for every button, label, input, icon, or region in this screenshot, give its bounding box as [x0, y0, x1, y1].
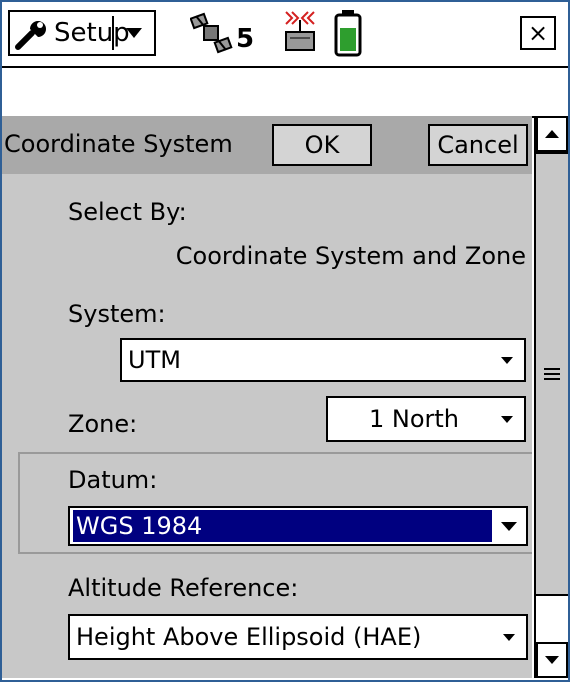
scroll-down-button[interactable]	[536, 642, 568, 678]
system-value: UTM	[128, 346, 181, 374]
altitude-reference-value: Height Above Ellipsoid (HAE)	[76, 623, 422, 651]
system-label: System:	[68, 300, 166, 328]
system-dropdown[interactable]: UTM	[120, 338, 526, 382]
title-bar: Setup 5 ×	[2, 2, 568, 66]
wrench-icon	[15, 21, 46, 50]
altitude-reference-dropdown[interactable]: Height Above Ellipsoid (HAE)	[68, 614, 528, 660]
setup-menu-button[interactable]: Setup	[8, 10, 156, 56]
dialog-header: Coordinate System OK Cancel	[2, 116, 532, 174]
chevron-down-icon	[545, 656, 559, 664]
setup-dropdown-arrow[interactable]	[114, 12, 154, 54]
scroll-up-button[interactable]	[536, 116, 568, 152]
chevron-down-icon	[501, 356, 513, 364]
chevron-down-icon	[503, 633, 515, 641]
chevron-up-icon	[545, 130, 559, 138]
select-by-label: Select By:	[68, 198, 187, 226]
datum-dropdown-arrow[interactable]	[492, 521, 526, 531]
dialog-title: Coordinate System	[4, 130, 233, 158]
datum-dropdown[interactable]: WGS 1984	[68, 506, 528, 546]
vertical-scrollbar[interactable]	[534, 116, 568, 678]
satellite-count: 5	[236, 24, 255, 54]
altitude-reference-label: Altitude Reference:	[68, 574, 299, 602]
ok-button[interactable]: OK	[272, 124, 372, 166]
scrollbar-track[interactable]	[536, 596, 568, 642]
cancel-button[interactable]: Cancel	[428, 124, 528, 166]
chevron-down-icon	[501, 415, 513, 423]
datum-value: WGS 1984	[73, 510, 492, 542]
select-by-value[interactable]: Coordinate System and Zone	[176, 242, 526, 270]
zone-dropdown-arrow[interactable]	[490, 415, 524, 423]
grip-icon	[544, 368, 560, 383]
status-band	[2, 66, 568, 118]
altitude-dropdown-arrow[interactable]	[492, 633, 526, 641]
system-dropdown-arrow[interactable]	[490, 356, 524, 364]
zone-value: 1 North	[368, 405, 460, 433]
chevron-down-icon	[126, 28, 142, 38]
close-button[interactable]: ×	[520, 16, 556, 50]
zone-dropdown[interactable]: 1 North	[326, 396, 526, 442]
coordinate-system-dialog: Coordinate System OK Cancel Select By: C…	[2, 116, 532, 678]
zone-label: Zone:	[68, 410, 138, 438]
gps-receiver-icon	[285, 11, 315, 51]
chevron-down-icon	[501, 521, 517, 531]
scrollbar-thumb[interactable]	[536, 152, 568, 596]
datum-label: Datum:	[68, 466, 158, 494]
battery-icon	[334, 10, 362, 57]
satellite-icon	[190, 12, 233, 54]
